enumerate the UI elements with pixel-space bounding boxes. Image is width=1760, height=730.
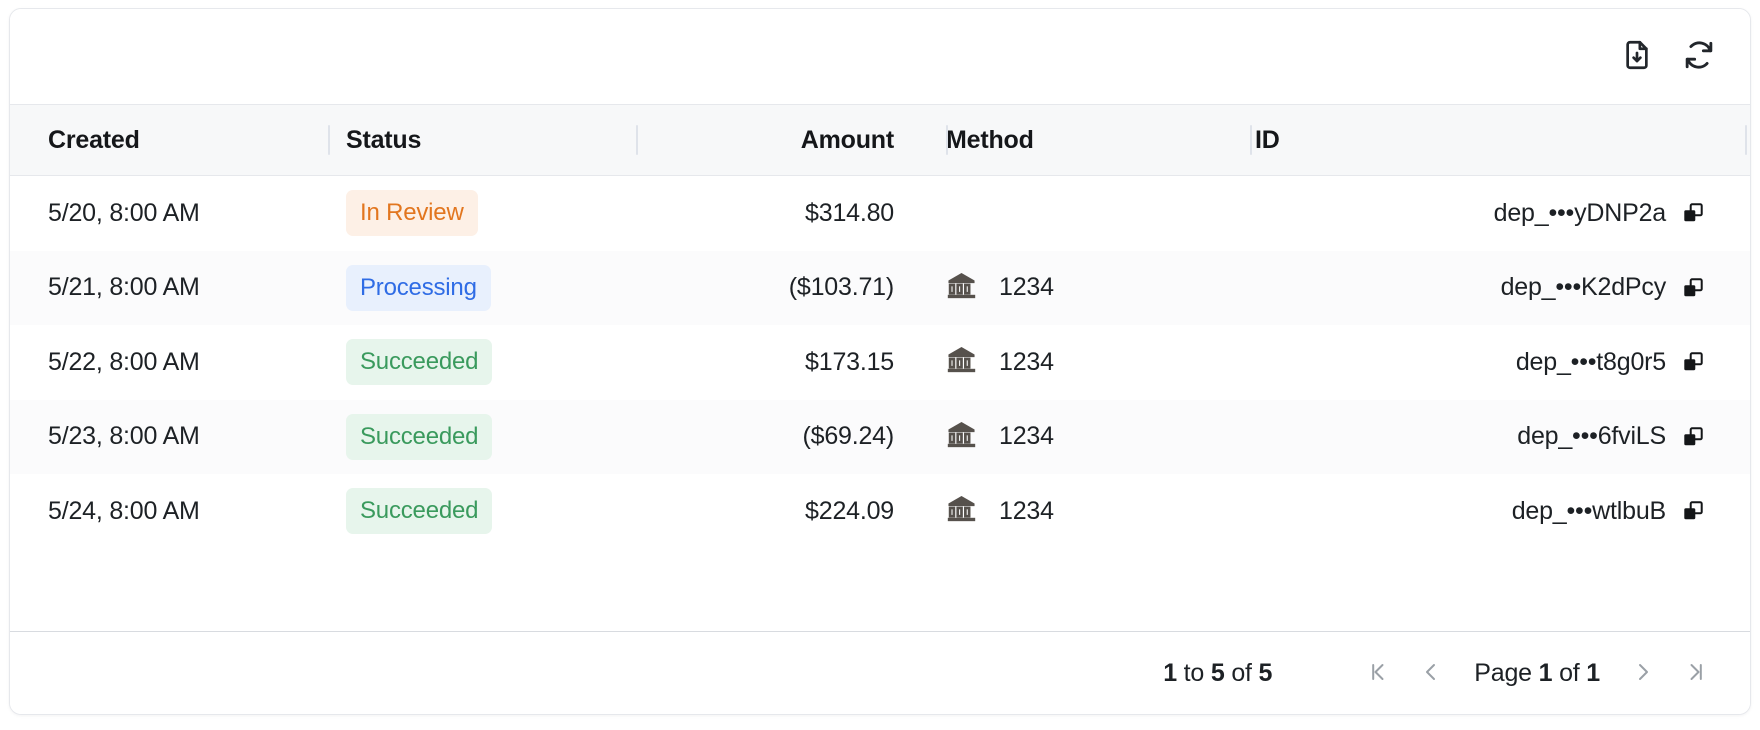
cell-status: In Review bbox=[310, 190, 618, 237]
method-last4: 1234 bbox=[999, 347, 1054, 376]
copy-id-button[interactable] bbox=[1682, 277, 1704, 299]
status-badge: Succeeded bbox=[346, 413, 493, 460]
download-document-icon bbox=[1620, 38, 1654, 75]
table-row[interactable]: 5/23, 8:00 AM Succeeded ($69.24) 1234 de… bbox=[10, 399, 1750, 474]
cell-amount: ($103.71) bbox=[788, 273, 894, 302]
cell-created: 5/23, 8:00 AM bbox=[48, 422, 200, 451]
cell-status: Processing bbox=[310, 264, 618, 311]
cell-id: dep_•••wtlbuB bbox=[1223, 497, 1750, 526]
cell-created: 5/21, 8:00 AM bbox=[48, 273, 200, 302]
table-row[interactable]: 5/24, 8:00 AM Succeeded $224.09 1234 dep… bbox=[10, 474, 1750, 549]
page-prefix: Page bbox=[1474, 658, 1539, 687]
row-range-summary: 1 to 5 of 5 bbox=[1163, 659, 1272, 688]
cell-id: dep_•••yDNP2a bbox=[1223, 199, 1750, 228]
column-resize-handle[interactable] bbox=[328, 125, 330, 155]
bank-icon bbox=[946, 493, 977, 529]
bank-icon bbox=[946, 344, 977, 380]
range-from: 1 bbox=[1163, 658, 1177, 687]
export-download-button[interactable] bbox=[1610, 30, 1664, 84]
cell-created: 5/22, 8:00 AM bbox=[48, 347, 200, 376]
column-resize-handle[interactable] bbox=[1250, 125, 1252, 155]
copy-id-button[interactable] bbox=[1682, 500, 1704, 522]
cell-id: dep_•••K2dPcy bbox=[1223, 273, 1750, 302]
page-sep: of bbox=[1552, 658, 1587, 687]
method-last4: 1234 bbox=[999, 273, 1054, 302]
status-badge: Succeeded bbox=[346, 488, 493, 535]
table-row[interactable]: 5/21, 8:00 AM Processing ($103.71) 1234 … bbox=[10, 250, 1750, 325]
page-indicator: Page 1 of 1 bbox=[1460, 659, 1614, 688]
refresh-icon bbox=[1681, 37, 1717, 76]
method-last4: 1234 bbox=[999, 422, 1054, 451]
cell-method: 1234 bbox=[928, 493, 1223, 529]
cell-status: Succeeded bbox=[310, 339, 618, 386]
refresh-button[interactable] bbox=[1672, 30, 1726, 84]
column-resize-handle[interactable] bbox=[946, 125, 948, 155]
status-badge: Succeeded bbox=[346, 339, 493, 386]
range-sep-of: of bbox=[1224, 658, 1259, 687]
status-badge: Processing bbox=[346, 264, 491, 311]
bank-icon bbox=[946, 419, 977, 455]
copy-icon bbox=[1682, 202, 1704, 224]
screen: Created Status Amount Method ID 5/20, 8:… bbox=[0, 0, 1760, 730]
cell-method: 1234 bbox=[928, 270, 1223, 306]
copy-icon bbox=[1682, 500, 1704, 522]
column-header-status[interactable]: Status bbox=[310, 126, 618, 155]
status-badge: In Review bbox=[346, 190, 478, 237]
column-resize-handle[interactable] bbox=[636, 125, 638, 155]
table-row[interactable]: 5/20, 8:00 AM In Review $314.80 dep_•••y… bbox=[10, 176, 1750, 251]
deposit-id: dep_•••yDNP2a bbox=[1493, 198, 1667, 227]
column-resize-handle[interactable] bbox=[1745, 125, 1747, 155]
cell-amount: $173.15 bbox=[805, 347, 894, 376]
deposits-table-panel: Created Status Amount Method ID 5/20, 8:… bbox=[9, 8, 1751, 715]
last-page-button[interactable] bbox=[1672, 650, 1718, 696]
column-header-created[interactable]: Created bbox=[10, 126, 310, 155]
page-total: 1 bbox=[1586, 658, 1600, 687]
pagination-controls: Page 1 of 1 bbox=[1356, 650, 1718, 696]
cell-status: Succeeded bbox=[310, 488, 618, 535]
cell-amount: ($69.24) bbox=[802, 422, 894, 451]
cell-amount: $314.80 bbox=[805, 198, 894, 227]
chevron-left-icon bbox=[1419, 660, 1443, 687]
chevron-first-icon bbox=[1367, 660, 1391, 687]
table-header-row: Created Status Amount Method ID bbox=[10, 104, 1750, 176]
range-sep-to: to bbox=[1176, 658, 1211, 687]
method-last4: 1234 bbox=[999, 496, 1054, 525]
column-header-method[interactable]: Method bbox=[928, 126, 1223, 155]
deposit-id: dep_•••K2dPcy bbox=[1500, 273, 1667, 302]
table-footer: 1 to 5 of 5 Page 1 of 1 bbox=[10, 631, 1750, 714]
deposit-id: dep_•••6fviLS bbox=[1517, 422, 1666, 451]
chevron-last-icon bbox=[1683, 660, 1707, 687]
cell-created: 5/24, 8:00 AM bbox=[48, 496, 200, 525]
table-body: 5/20, 8:00 AM In Review $314.80 dep_•••y… bbox=[10, 176, 1750, 631]
copy-icon bbox=[1682, 277, 1704, 299]
copy-icon bbox=[1682, 351, 1704, 373]
deposit-id: dep_•••wtlbuB bbox=[1511, 496, 1667, 525]
cell-created: 5/20, 8:00 AM bbox=[48, 198, 200, 227]
cell-id: dep_•••t8g0r5 bbox=[1223, 348, 1750, 377]
previous-page-button[interactable] bbox=[1408, 650, 1454, 696]
cell-amount: $224.09 bbox=[805, 496, 894, 525]
table-row[interactable]: 5/22, 8:00 AM Succeeded $173.15 1234 dep… bbox=[10, 325, 1750, 400]
column-header-id[interactable]: ID bbox=[1223, 126, 1750, 155]
deposit-id: dep_•••t8g0r5 bbox=[1515, 347, 1666, 376]
cell-status: Succeeded bbox=[310, 413, 618, 460]
copy-icon bbox=[1682, 426, 1704, 448]
next-page-button[interactable] bbox=[1620, 650, 1666, 696]
copy-id-button[interactable] bbox=[1682, 351, 1704, 373]
bank-icon bbox=[946, 270, 977, 306]
table-toolbar bbox=[10, 9, 1750, 104]
chevron-right-icon bbox=[1631, 660, 1655, 687]
cell-method: 1234 bbox=[928, 419, 1223, 455]
range-to: 5 bbox=[1210, 658, 1225, 687]
cell-id: dep_•••6fviLS bbox=[1223, 422, 1750, 451]
copy-id-button[interactable] bbox=[1682, 202, 1704, 224]
page-current: 1 bbox=[1538, 658, 1553, 687]
range-total: 5 bbox=[1258, 658, 1273, 687]
cell-method: 1234 bbox=[928, 344, 1223, 380]
copy-id-button[interactable] bbox=[1682, 426, 1704, 448]
column-header-amount[interactable]: Amount bbox=[618, 126, 928, 155]
first-page-button[interactable] bbox=[1356, 650, 1402, 696]
